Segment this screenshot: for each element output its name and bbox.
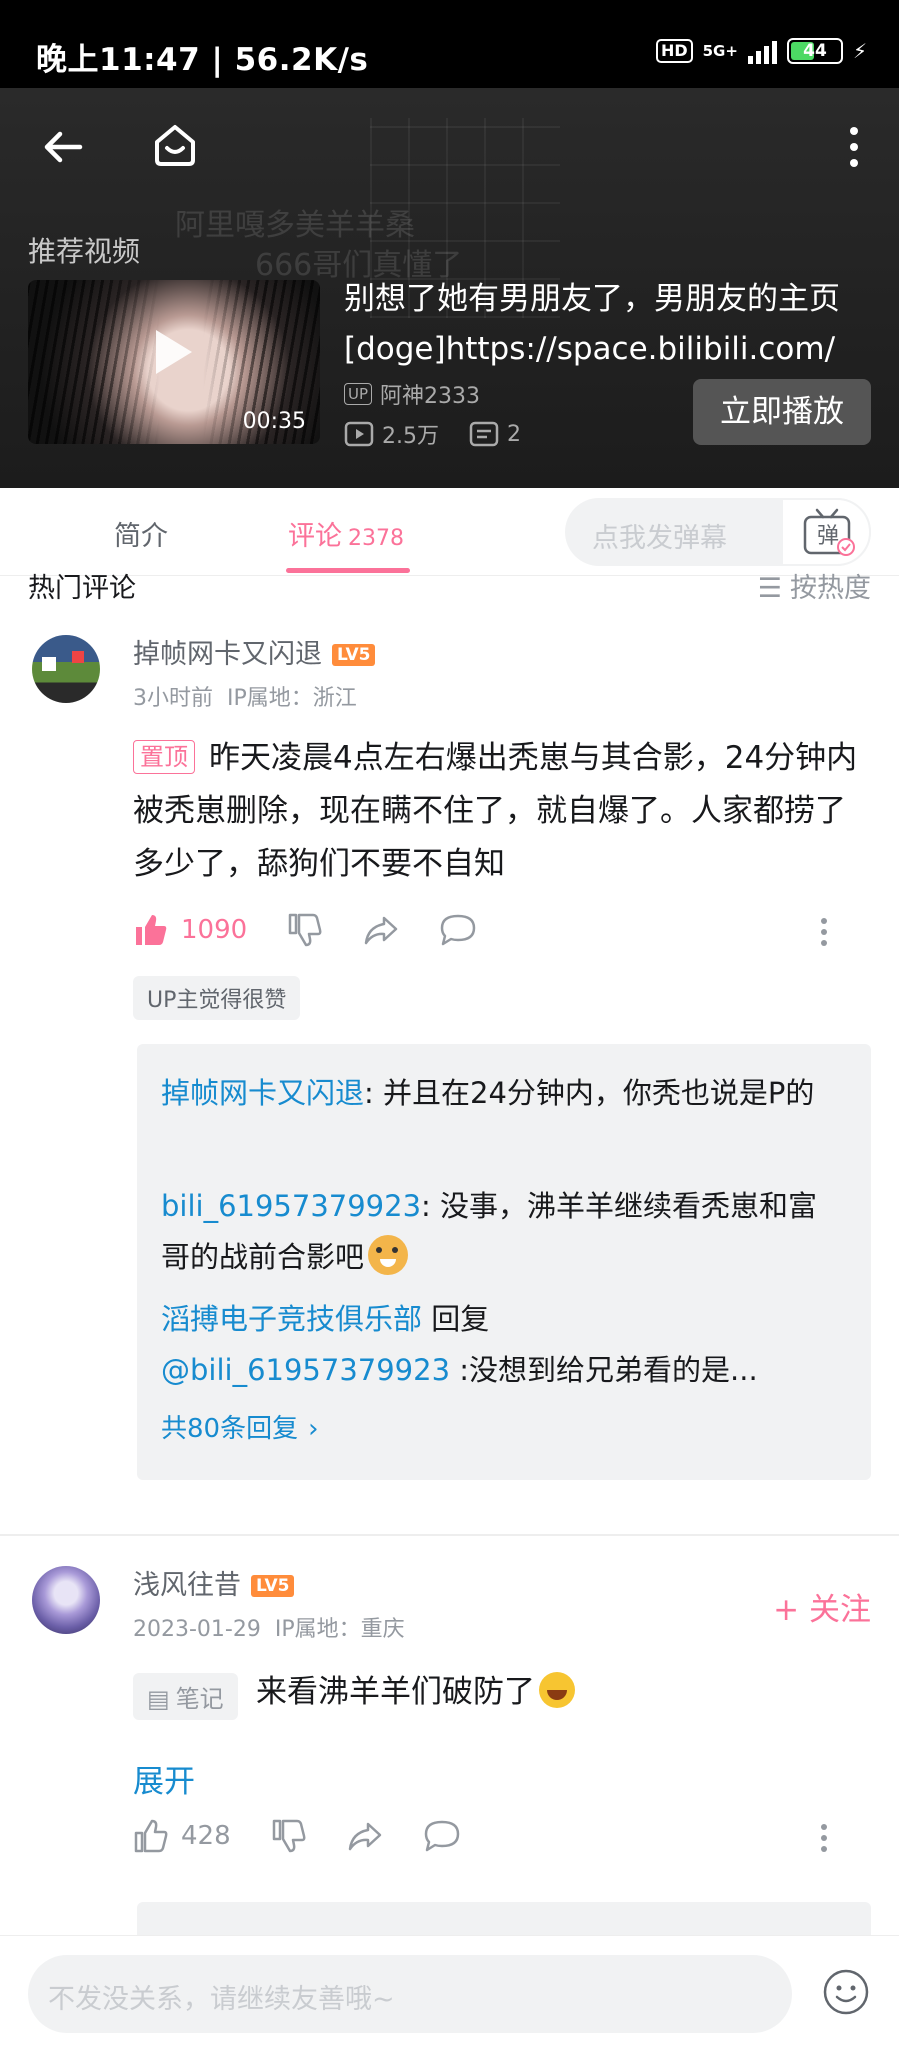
- comment-username[interactable]: 掉帧网卡又闪退 LV5: [133, 632, 376, 671]
- reply-item: bili_61957379923: 没事，沸羊羊继续看秃崽和富哥的战前合影吧: [161, 1189, 818, 1275]
- hot-comments-title: 热门评论: [28, 573, 136, 604]
- comment-more-icon[interactable]: [816, 1822, 832, 1854]
- pinned-badge: 置顶: [133, 740, 195, 774]
- comment-more-icon[interactable]: [816, 916, 832, 948]
- network-label: 5G+: [702, 42, 738, 60]
- reply-icon[interactable]: [423, 1818, 461, 1854]
- comment-text: 置顶 昨天凌晨4点左右爆出秃崽与其合影，24分钟内被秃崽删除，现在瞒不住了，就自爆…: [133, 740, 858, 882]
- danmaku-toggle-button[interactable]: 弹: [781, 498, 871, 566]
- like-button[interactable]: 428: [133, 1818, 231, 1854]
- tab-comments-count: 2378: [348, 526, 404, 551]
- share-icon[interactable]: [363, 912, 399, 948]
- recommended-video-stats: 2.5万 2: [344, 418, 521, 450]
- comment-input-bar: 不发没关系，请继续友善哦~: [0, 1935, 899, 2048]
- comment-actions: 1090: [133, 912, 477, 948]
- reply-username[interactable]: 滔搏电子竞技俱乐部: [161, 1302, 422, 1336]
- dislike-icon[interactable]: [287, 912, 323, 948]
- play-icon: [156, 330, 192, 374]
- doge-emoji-icon: [368, 1235, 409, 1275]
- like-filled-icon: [136, 915, 167, 945]
- danmaku-count-icon: [469, 421, 499, 447]
- up-badge: UP: [344, 383, 373, 405]
- comment-time: 3小时前: [133, 686, 213, 711]
- reply-username[interactable]: bili_61957379923: [161, 1189, 421, 1223]
- comment-divider: [0, 1534, 899, 1536]
- play-now-button[interactable]: 立即播放: [693, 379, 871, 445]
- share-icon[interactable]: [347, 1818, 383, 1854]
- comment-ip: IP属地：重庆: [274, 1617, 405, 1642]
- up-liked-tag: UP主觉得很赞: [133, 976, 301, 1020]
- status-bar: 晚上11:47 | 56.2K/s HD 5G+ 44 ⚡: [0, 0, 899, 88]
- level-badge: LV5: [251, 1575, 295, 1597]
- more-menu-icon[interactable]: [845, 124, 863, 170]
- recommended-video-title[interactable]: 别想了她有男朋友了，男朋友的主页[doge]https://space.bili…: [344, 274, 864, 374]
- back-arrow-icon[interactable]: [40, 124, 86, 170]
- emoji-icon[interactable]: [822, 1968, 870, 2016]
- comment-actions: 428: [133, 1818, 461, 1854]
- play-count-icon: [344, 421, 374, 447]
- like-count: 428: [181, 1821, 231, 1851]
- signal-icon: [747, 38, 777, 64]
- view-all-replies-link[interactable]: 共80条回复 ›: [161, 1404, 841, 1455]
- comment-username[interactable]: 浅风往昔 LV5: [133, 1563, 295, 1602]
- danmaku-input[interactable]: 点我发弹幕 弹: [565, 498, 871, 566]
- reply-mention[interactable]: @bili_61957379923: [161, 1353, 450, 1387]
- sort-by-hot-button[interactable]: ☰ 按热度: [758, 566, 871, 605]
- reply-icon[interactable]: [439, 912, 477, 948]
- chevron-right-icon: ›: [308, 1414, 319, 1444]
- comment-time: 2023-01-29: [133, 1617, 261, 1642]
- expand-link[interactable]: 展开: [133, 1756, 195, 1801]
- status-icons: HD 5G+ 44 ⚡: [655, 38, 867, 64]
- sort-icon: ☰: [757, 573, 782, 604]
- video-header: 阿里嘎多美羊羊桑 666哥们真懂了 推荐视频 00:35 别想了她有男朋友了，男…: [0, 88, 899, 488]
- follow-button[interactable]: + 关注: [773, 1584, 871, 1629]
- tab-comments-label: 评论: [288, 521, 342, 552]
- battery-level: 44: [803, 41, 827, 61]
- laughing-emoji-icon: [539, 1672, 575, 1708]
- background-text: 阿里嘎多美羊羊桑: [175, 208, 415, 243]
- comment-input[interactable]: 不发没关系，请继续友善哦~: [28, 1955, 792, 2033]
- danmaku-tv-icon: 弹: [803, 508, 855, 556]
- comment-input-placeholder: 不发没关系，请继续友善哦~: [48, 1984, 395, 2015]
- battery-icon: 44: [786, 38, 843, 64]
- like-count: 1090: [181, 915, 248, 945]
- danmaku-count: 2: [507, 421, 521, 447]
- danmaku-placeholder: 点我发弹幕: [592, 523, 727, 554]
- home-icon[interactable]: [150, 120, 200, 170]
- reply-item: 滔搏电子竞技俱乐部 回复 @bili_61957379923 :没想到给兄弟看的…: [161, 1302, 758, 1387]
- note-tag[interactable]: ▤ 笔记: [133, 1673, 238, 1720]
- reply-username[interactable]: 掉帧网卡又闪退: [161, 1076, 364, 1110]
- tab-intro[interactable]: 简介: [114, 514, 168, 553]
- view-count: 2.5万: [382, 424, 439, 449]
- comment-meta: 2023-01-29 IP属地：重庆: [133, 1611, 405, 1643]
- level-badge: LV5: [332, 644, 376, 666]
- hd-icon: HD: [655, 39, 693, 63]
- avatar[interactable]: [32, 635, 100, 703]
- like-button[interactable]: 1090: [133, 912, 247, 948]
- dislike-icon[interactable]: [271, 1818, 307, 1854]
- comment-ip: IP属地：浙江: [227, 686, 357, 711]
- up-name: 阿神2333: [380, 384, 481, 409]
- recommended-label: 推荐视频: [28, 235, 141, 268]
- note-icon: ▤: [147, 1685, 170, 1713]
- charging-icon: ⚡: [852, 39, 867, 63]
- recommended-video-thumbnail[interactable]: 00:35: [28, 280, 320, 444]
- video-duration: 00:35: [242, 409, 306, 434]
- reply-item: 掉帧网卡又闪退: 并且在24分钟内，你秃也说是P的: [161, 1076, 815, 1110]
- replies-preview[interactable]: 掉帧网卡又闪退: 并且在24分钟内，你秃也说是P的 bili_619573799…: [137, 1044, 871, 1480]
- avatar[interactable]: [32, 1566, 100, 1634]
- danmaku-button-label: 弹: [817, 524, 839, 549]
- active-tab-indicator: [286, 568, 410, 573]
- comment-text: 来看沸羊羊们破防了: [256, 1666, 575, 1719]
- status-time: 晚上11:47 | 56.2K/s: [36, 42, 369, 78]
- tab-comments[interactable]: 评论 2378: [288, 514, 404, 553]
- comment-meta: 3小时前 IP属地：浙江: [133, 680, 357, 712]
- like-icon: [134, 1819, 168, 1853]
- sort-label: 按热度: [790, 573, 871, 604]
- recommended-up-info[interactable]: UP 阿神2333: [344, 378, 480, 410]
